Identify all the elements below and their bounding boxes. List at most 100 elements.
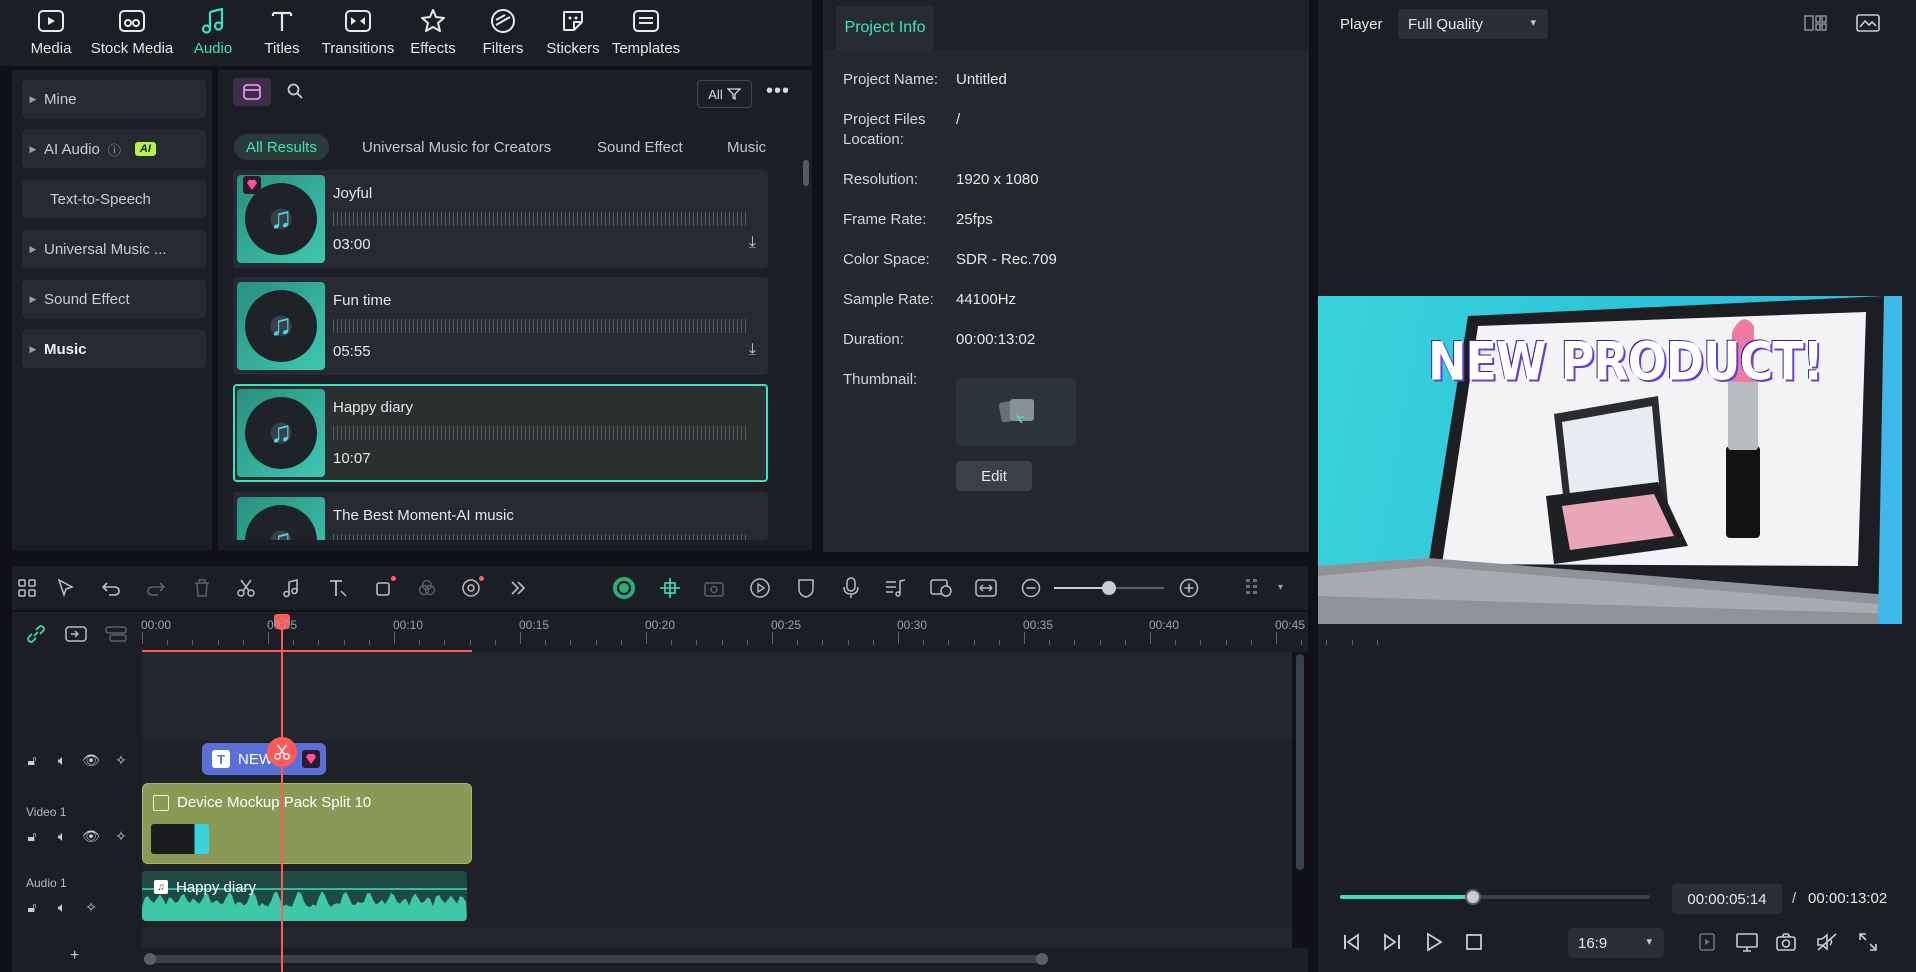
render-preview-button[interactable]	[1698, 932, 1716, 952]
video-clip[interactable]: Device Mockup Pack Split 10	[142, 783, 472, 864]
timeline-playhead[interactable]	[281, 614, 283, 972]
mask-button[interactable]	[794, 576, 818, 600]
category-mine[interactable]: ▶ Mine	[22, 80, 206, 118]
delete-button[interactable]	[190, 576, 214, 600]
edit-thumbnail-button[interactable]: Edit	[956, 461, 1032, 491]
audio-mixer-button[interactable]	[884, 576, 908, 600]
ruler-tick-label: 00:40	[1149, 618, 1180, 632]
toolbar-stock-media-button[interactable]: Stock Media	[90, 6, 174, 62]
track-manager-button[interactable]	[104, 622, 128, 646]
ai-tools-button[interactable]	[460, 576, 484, 600]
tab-music[interactable]: Music	[715, 134, 778, 160]
redo-button[interactable]	[144, 576, 168, 600]
playhead-split-button[interactable]	[267, 737, 297, 767]
title-clip[interactable]: T NEW	[202, 743, 326, 775]
mute-button[interactable]	[1816, 932, 1838, 952]
zoom-out-button[interactable]	[1019, 576, 1043, 600]
color-button[interactable]	[415, 576, 439, 600]
audio-item-fun-time[interactable]: ♫ Fun time 05:55 ⤓	[233, 277, 768, 375]
zoom-in-button[interactable]	[1177, 576, 1201, 600]
scrollbar-left-handle[interactable]	[144, 953, 156, 965]
speaker-icon[interactable]: 🔈︎	[52, 897, 72, 917]
ai-camera-button[interactable]	[703, 576, 727, 600]
play-button[interactable]	[1424, 932, 1444, 952]
speaker-icon[interactable]: 🔈︎	[52, 826, 72, 846]
expand-triangle-icon: ▶	[29, 93, 37, 104]
layout-toggle-button[interactable]	[1804, 14, 1828, 34]
quality-dropdown[interactable]: Full Quality ▾	[1398, 9, 1548, 39]
lock-track-icon[interactable]: 🔓︎	[22, 897, 42, 917]
toolbar-transitions-button[interactable]: Transitions	[316, 6, 400, 62]
tab-all-results[interactable]: All Results	[234, 134, 329, 160]
speed-button[interactable]	[748, 576, 772, 600]
audio-clip[interactable]: ♫ Happy diary	[142, 871, 467, 921]
audio-tool-button[interactable]	[279, 576, 303, 600]
store-button[interactable]	[233, 78, 271, 106]
link-button[interactable]	[24, 622, 48, 646]
record-voiceover-button[interactable]	[839, 576, 863, 600]
video-preview[interactable]: NEW PRODUCT!	[1318, 296, 1902, 624]
list-scrollbar[interactable]	[803, 160, 809, 186]
zoom-slider-handle[interactable]	[1102, 581, 1116, 595]
filter-dropdown[interactable]: All	[697, 80, 752, 108]
lock-track-icon[interactable]: 🔓︎	[22, 826, 42, 846]
lock-track-icon[interactable]: 🔓︎	[22, 750, 42, 770]
eye-icon[interactable]: 👁︎	[81, 750, 101, 770]
step-forward-button[interactable]	[1382, 932, 1402, 952]
current-time-display[interactable]: 00:00:05:14	[1672, 884, 1782, 914]
stop-button[interactable]	[1464, 932, 1484, 952]
audio-item-joyful[interactable]: ♫ Joyful 03:00 ⤓	[233, 170, 768, 268]
search-button[interactable]	[286, 82, 306, 102]
category-universal-music[interactable]: ▶ Universal Music ...	[22, 230, 206, 268]
crop-button[interactable]	[372, 576, 396, 600]
undo-button[interactable]	[99, 576, 123, 600]
fullscreen-button[interactable]	[1858, 932, 1878, 952]
category-text-to-speech[interactable]: Text-to-Speech	[22, 180, 206, 218]
audio-item-best-moment[interactable]: ♫ The Best Moment-AI music	[233, 492, 768, 540]
more-tools-button[interactable]	[506, 576, 530, 600]
step-back-button[interactable]	[1342, 932, 1362, 952]
display-button[interactable]	[1736, 932, 1758, 952]
category-music[interactable]: ▶ Music	[22, 330, 206, 368]
track-add-icon	[65, 626, 87, 642]
help-icon[interactable]: ⓘ	[108, 140, 121, 159]
render-timeline-button[interactable]	[929, 576, 953, 600]
search-icon	[287, 83, 303, 99]
toolbar-templates-button[interactable]: Templates	[604, 6, 688, 62]
audio-item-happy-diary[interactable]: ♫ Happy diary 10:07	[233, 384, 768, 482]
layout-grid-button[interactable]	[15, 576, 39, 600]
eye-icon[interactable]: 👁︎	[81, 826, 101, 846]
toolbar-media-button[interactable]: Media	[9, 6, 93, 62]
download-icon[interactable]: ⤓	[749, 341, 756, 359]
toolbar-stickers-button[interactable]: Stickers	[531, 6, 615, 62]
more-options-button[interactable]: •••	[766, 81, 790, 102]
auto-highlight-button[interactable]	[612, 576, 636, 600]
tab-project-info[interactable]: Project Info	[836, 6, 934, 50]
tab-sound-effect[interactable]: Sound Effect	[585, 134, 695, 160]
category-sound-effect[interactable]: ▶ Sound Effect	[22, 280, 206, 318]
magic-wand-icon[interactable]: ✧	[111, 750, 131, 770]
scrollbar-right-handle[interactable]	[1036, 953, 1048, 965]
speaker-icon[interactable]: 🔈︎	[52, 750, 72, 770]
aspect-ratio-dropdown[interactable]: 16:9 ▾	[1568, 928, 1664, 958]
split-button[interactable]	[234, 576, 258, 600]
scopes-button[interactable]	[1856, 14, 1880, 34]
category-ai-audio[interactable]: ▶ AI Audio ⓘ AI	[22, 130, 206, 168]
timeline-view-options-button[interactable]	[1240, 576, 1264, 600]
snapshot-button[interactable]	[1776, 932, 1796, 952]
select-tool-button[interactable]	[54, 576, 78, 600]
fit-timeline-button[interactable]	[974, 576, 998, 600]
chevron-down-icon[interactable]: ▾	[1278, 582, 1283, 593]
tab-universal-music[interactable]: Universal Music for Creators	[350, 134, 563, 160]
download-icon[interactable]: ⤓	[749, 234, 756, 252]
magic-wand-icon[interactable]: ✧	[111, 826, 131, 846]
magic-wand-icon[interactable]: ✧	[81, 897, 101, 917]
text-tool-button[interactable]	[326, 576, 350, 600]
timeline-vertical-scrollbar[interactable]	[1296, 654, 1304, 870]
snap-button[interactable]	[658, 576, 682, 600]
add-track-button[interactable]	[64, 622, 88, 646]
toolbar-titles-button[interactable]: Titles	[240, 6, 324, 62]
playback-progress-track[interactable]	[1340, 889, 1650, 905]
add-track-plus-button[interactable]: +	[70, 947, 79, 965]
thumbnail-preview[interactable]	[956, 378, 1076, 446]
